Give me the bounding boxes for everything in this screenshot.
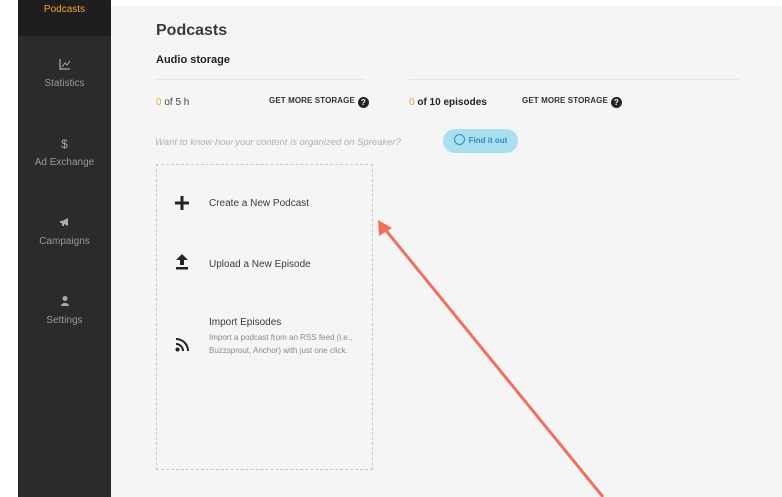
sidebar-item-label: Podcasts: [43, 4, 86, 15]
button-label: Find it out: [468, 136, 508, 145]
divider: [409, 79, 739, 80]
get-more-audio-storage-link[interactable]: GET MORE STORAGE?: [269, 96, 369, 108]
import-episodes-action[interactable]: Import Episodes Import a podcast from an…: [175, 316, 365, 382]
episodes-storage-usage: 0 of 10 episodes: [409, 97, 487, 108]
audio-storage-usage: 0 of 5 h: [156, 97, 189, 108]
upload-icon: [176, 254, 188, 270]
help-icon[interactable]: ?: [357, 97, 369, 108]
episodes-used-value: 0: [409, 97, 415, 108]
sidebar-item-label: Ad Exchange: [34, 157, 95, 168]
link-label: GET MORE STORAGE: [522, 96, 608, 105]
top-border: [111, 0, 782, 6]
action-label: Import Episodes: [209, 317, 282, 328]
divider: [156, 79, 364, 80]
section-title: Audio storage: [156, 54, 230, 66]
lightbulb-icon: [453, 134, 465, 145]
left-margin: [0, 0, 18, 497]
action-label: Create a New Podcast: [209, 198, 310, 209]
link-label: GET MORE STORAGE: [269, 96, 355, 105]
sidebar-item-label: Settings: [46, 315, 83, 326]
megaphone-icon: [18, 216, 111, 232]
sidebar-item-settings[interactable]: Settings: [18, 295, 111, 326]
sidebar-item-campaigns[interactable]: Campaigns: [18, 216, 111, 247]
plus-icon: [175, 196, 189, 210]
page-title: Podcasts: [156, 22, 228, 39]
sidebar-item-label: Statistics: [44, 78, 85, 89]
rss-icon: [175, 338, 189, 352]
find-it-out-button[interactable]: Find it out: [443, 129, 518, 153]
chart-icon: [18, 58, 111, 74]
episodes-total-value: of 10 episodes: [417, 97, 487, 108]
sidebar-item-podcasts[interactable]: Podcasts: [18, 0, 111, 36]
sidebar-item-label: Campaigns: [39, 236, 90, 247]
sidebar-item-ad-exchange[interactable]: $ Ad Exchange: [18, 137, 111, 168]
sidebar-item-statistics[interactable]: Statistics: [18, 58, 111, 89]
action-description: Import a podcast from an RSS feed (i.e.,…: [209, 333, 353, 355]
dollar-icon: $: [61, 137, 68, 151]
audio-total-value: of 5 h: [164, 97, 190, 108]
get-more-episodes-storage-link[interactable]: GET MORE STORAGE?: [522, 96, 622, 108]
audio-used-value: 0: [156, 97, 162, 108]
organization-hint: Want to know how your content is organiz…: [155, 137, 401, 148]
action-label: Upload a New Episode: [209, 259, 311, 270]
sidebar: Podcasts Statistics $ Ad Exchange Campai…: [18, 0, 111, 497]
user-icon: [18, 295, 111, 311]
help-icon[interactable]: ?: [610, 97, 622, 108]
